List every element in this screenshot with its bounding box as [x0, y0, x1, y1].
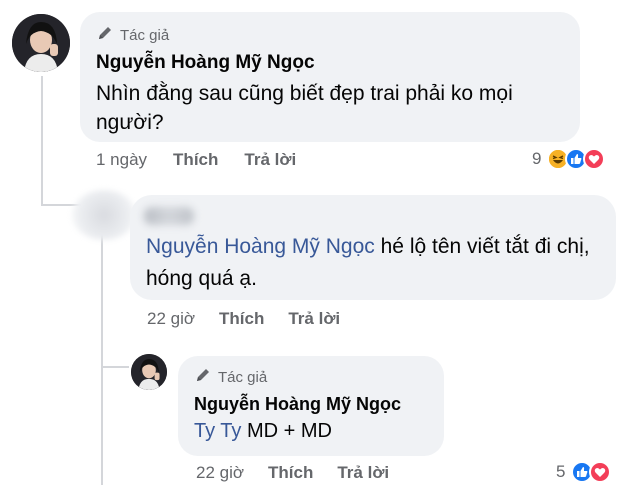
reply-button[interactable]: Trả lời [337, 463, 389, 483]
mention-link[interactable]: Ty Ty [194, 420, 241, 442]
reaction-count: 9 [532, 149, 542, 168]
reply-button[interactable]: Trả lời [288, 309, 340, 329]
like-button[interactable]: Thích [173, 150, 218, 170]
mention-link[interactable]: Nguyễn Hoàng Mỹ Ngọc [146, 235, 375, 258]
comment-text-body: MD + MD [241, 420, 332, 442]
comment-bubble: Nguyễn Hoàng Mỹ Ngọc hé lộ tên viết tắt … [130, 195, 616, 300]
avatar-photo [12, 14, 70, 72]
thread-line-reply [101, 232, 103, 485]
like-button[interactable]: Thích [268, 463, 313, 483]
comment-actions: 22 giờ Thích Trả lời [196, 463, 389, 483]
author-badge-label: Tác giả [120, 26, 170, 44]
reaction-count: 5 [556, 462, 566, 481]
love-reaction-icon [583, 148, 606, 170]
author-badge: Tác giả [194, 366, 428, 388]
comment-actions: 1 ngày Thích Trả lời [96, 150, 296, 170]
reaction-summary[interactable]: 9 [532, 148, 606, 170]
author-badge-label: Tác giả [218, 368, 268, 386]
comment-author[interactable]: Nguyễn Hoàng Mỹ Ngọc [96, 52, 564, 74]
like-button[interactable]: Thích [219, 309, 264, 329]
pencil-icon [194, 366, 212, 388]
love-reaction-icon [589, 461, 612, 483]
comment-bubble: Tác giả Nguyễn Hoàng Mỹ Ngọc Nhìn đằng s… [80, 12, 580, 142]
comment-actions: 22 giờ Thích Trả lời [147, 309, 340, 329]
avatar-blurred[interactable] [72, 190, 136, 240]
comment-text: Nhìn đằng sau cũng biết đẹp trai phải ko… [96, 82, 513, 134]
avatar[interactable] [131, 354, 167, 390]
comment-author-blurred[interactable] [144, 207, 194, 225]
comment-time[interactable]: 22 giờ [196, 463, 244, 483]
thread-line-reply-curve [101, 366, 129, 368]
reply-button[interactable]: Trả lời [244, 150, 296, 170]
comment-time[interactable]: 1 ngày [96, 150, 147, 170]
comment-text: Ty Ty MD + MD [194, 420, 428, 443]
author-badge: Tác giả [96, 24, 564, 46]
thread-line-main [41, 76, 43, 206]
comment-text: Nguyễn Hoàng Mỹ Ngọc hé lộ tên viết tắt … [146, 231, 596, 295]
avatar-photo [131, 354, 167, 390]
avatar[interactable] [12, 14, 70, 72]
pencil-icon [96, 24, 114, 46]
comment-bubble: Tác giả Nguyễn Hoàng Mỹ Ngọc Ty Ty MD + … [178, 356, 444, 456]
comment-time[interactable]: 22 giờ [147, 309, 195, 329]
comment-author[interactable]: Nguyễn Hoàng Mỹ Ngọc [194, 394, 428, 415]
reaction-summary[interactable]: 5 [556, 461, 612, 483]
